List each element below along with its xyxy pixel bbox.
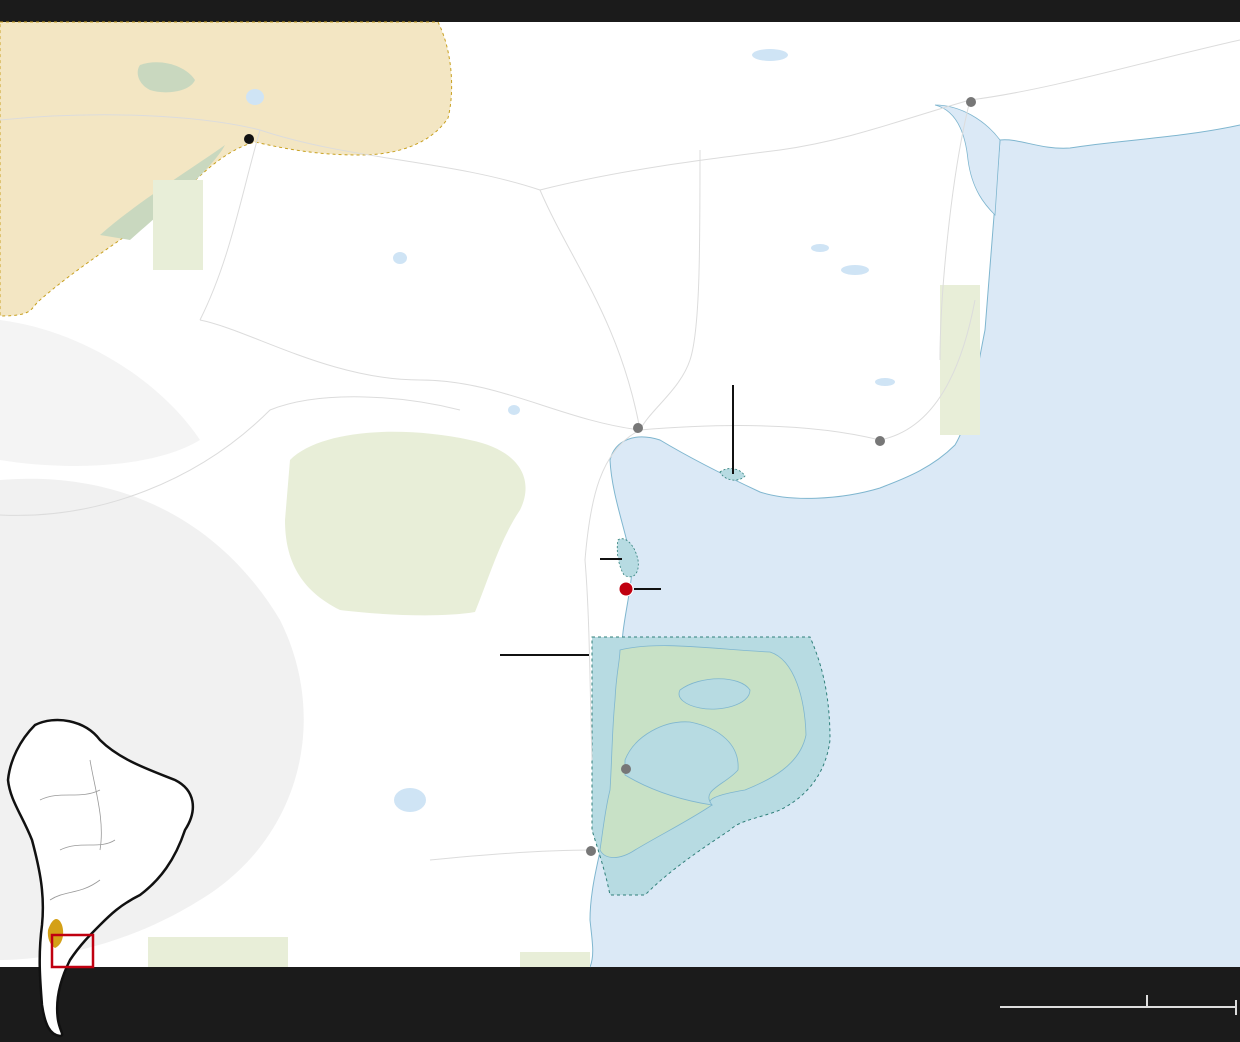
green-zone-west (153, 180, 203, 270)
city-marker-south[interactable] (586, 846, 596, 856)
site-marker[interactable] (618, 581, 634, 597)
green-zone-south-coast (520, 952, 590, 967)
green-zone-south (148, 937, 288, 967)
capital-marker[interactable] (244, 134, 254, 144)
city-marker-peninsula[interactable] (621, 764, 631, 774)
map (0, 0, 1240, 1042)
city-marker-east[interactable] (875, 436, 885, 446)
city-marker-northeast[interactable] (966, 97, 976, 107)
city-marker-bay[interactable] (633, 423, 643, 433)
